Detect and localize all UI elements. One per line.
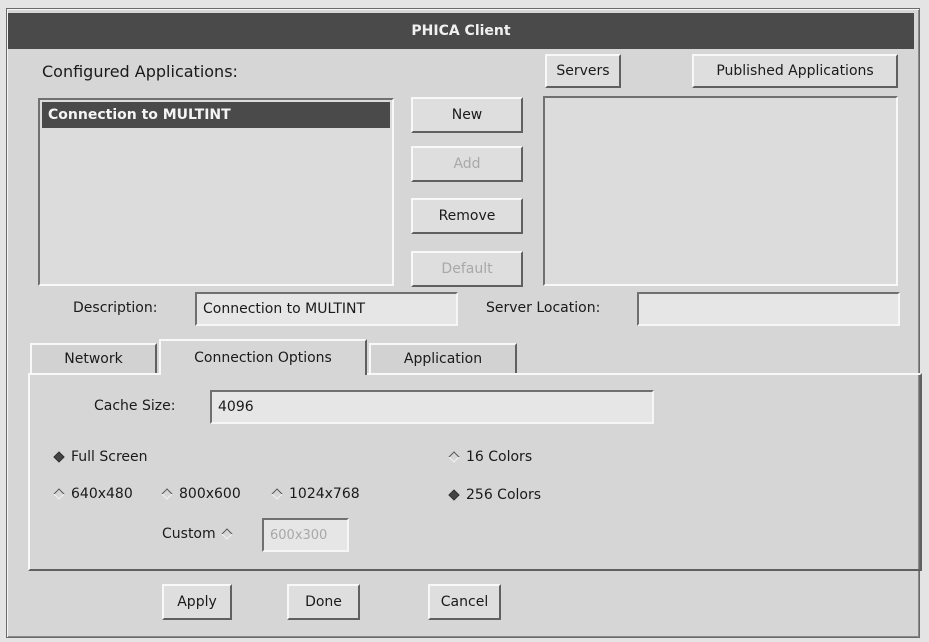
full-screen-radio[interactable]: Full Screen [53,449,148,465]
servers-button[interactable]: Servers [545,54,621,88]
res-1024-radio[interactable]: 1024x768 [271,486,360,502]
remove-button[interactable]: Remove [411,198,523,234]
cancel-button[interactable]: Cancel [428,584,501,620]
cache-size-label: Cache Size: [94,398,176,414]
servers-list[interactable] [543,96,898,286]
done-button[interactable]: Done [287,584,360,620]
description-label: Description: [73,300,158,316]
radio-selected-icon [53,451,65,463]
window-title: PHICA Client [411,23,511,39]
title-bar[interactable]: PHICA Client [8,13,914,49]
tab-connection-options[interactable]: Connection Options [159,339,367,375]
radio-unselected-icon [448,451,460,463]
colors-256-label: 256 Colors [466,487,542,503]
radio-selected-icon [448,489,460,501]
default-button[interactable]: Default [411,251,523,287]
radio-unselected-icon [271,488,283,500]
configured-applications-list[interactable]: Connection to MULTINT [38,98,394,286]
colors-256-radio[interactable]: 256 Colors [448,487,542,503]
colors-16-label: 16 Colors [466,449,533,465]
res-1024-label: 1024x768 [289,486,360,502]
tab-network[interactable]: Network [30,343,157,373]
full-screen-label: Full Screen [71,449,148,465]
colors-16-radio[interactable]: 16 Colors [448,449,533,465]
radio-unselected-icon [161,488,173,500]
configured-applications-label: Configured Applications: [42,62,238,81]
res-800-radio[interactable]: 800x600 [161,486,241,502]
apply-button[interactable]: Apply [162,584,232,620]
radio-unselected-icon [53,488,65,500]
res-640-label: 640x480 [71,486,133,502]
custom-resolution-input[interactable]: 600x300 [262,518,349,552]
new-button[interactable]: New [411,97,523,133]
custom-radio[interactable]: Custom [162,526,239,542]
published-applications-button[interactable]: Published Applications [692,54,898,88]
res-640-radio[interactable]: 640x480 [53,486,133,502]
radio-unselected-icon [220,528,233,540]
description-field[interactable]: Connection to MULTINT [195,292,458,326]
server-location-label: Server Location: [486,300,601,316]
server-location-field[interactable] [637,292,900,326]
cache-size-input[interactable]: 4096 [210,390,654,424]
tab-application[interactable]: Application [369,343,517,373]
add-button[interactable]: Add [411,146,523,182]
res-800-label: 800x600 [179,486,241,502]
list-item-selected[interactable]: Connection to MULTINT [42,102,390,128]
custom-label: Custom [162,526,216,542]
